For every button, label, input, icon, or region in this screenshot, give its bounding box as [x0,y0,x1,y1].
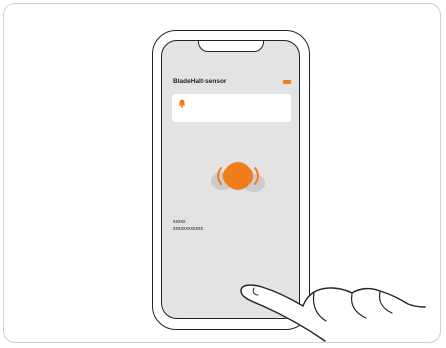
notification-card[interactable] [172,94,291,122]
info-line-2: xxxxxxxxxxxx [173,226,203,232]
app-title: BladeHalt-sensor [173,78,227,85]
phone-device: BladeHalt-sensor xxxxx xxxxxxxxxxxx [152,30,310,330]
sensor-vibrating-icon [211,162,265,192]
phone-notch [198,41,264,52]
info-line-1: xxxxx [173,219,186,225]
bell-icon [178,99,186,108]
battery-icon [283,80,291,84]
phone-screen[interactable]: BladeHalt-sensor xxxxx xxxxxxxxxxxx [161,40,300,319]
illustration-frame: BladeHalt-sensor xxxxx xxxxxxxxxxxx [3,3,441,343]
